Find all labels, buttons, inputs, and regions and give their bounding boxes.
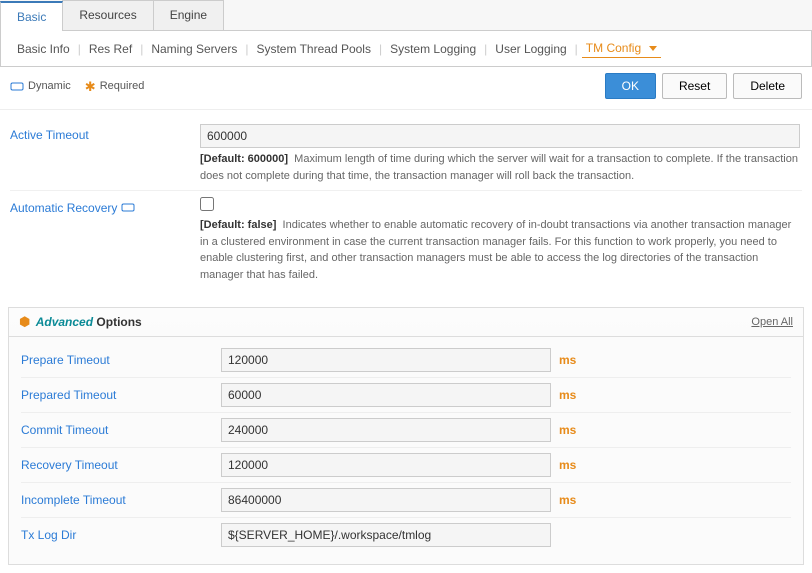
divider: | [379, 42, 382, 56]
subtab-tm-config[interactable]: TM Config [582, 39, 661, 58]
default-active-timeout: [Default: 600000] [200, 153, 288, 165]
legend-dynamic-label: Dynamic [28, 80, 71, 92]
tab-engine[interactable]: Engine [153, 0, 224, 30]
row-prepare-timeout: Prepare Timeout ms [21, 343, 791, 377]
divider: | [484, 42, 487, 56]
basic-fields: Active Timeout [Default: 600000] Maximum… [0, 110, 812, 299]
ok-button[interactable]: OK [605, 73, 656, 99]
legend: Dynamic ✱ Required [10, 80, 144, 93]
label-active-timeout: Active Timeout [10, 124, 200, 184]
row-recovery-timeout: Recovery Timeout ms [21, 447, 791, 482]
default-automatic-recovery: [Default: false] [200, 219, 276, 231]
row-incomplete-timeout: Incomplete Timeout ms [21, 482, 791, 517]
advanced-word2: Options [96, 315, 141, 329]
row-active-timeout: Active Timeout [Default: 600000] Maximum… [10, 114, 802, 190]
body-active-timeout: [Default: 600000] Maximum length of time… [200, 124, 802, 184]
input-prepare-timeout[interactable] [221, 348, 551, 372]
row-automatic-recovery: Automatic Recovery [Default: false] Indi… [10, 190, 802, 289]
legend-dynamic: Dynamic [10, 80, 71, 92]
advanced-title: ⬢ Advanced Options [19, 314, 142, 330]
input-incomplete-timeout[interactable] [221, 488, 551, 512]
desc-active-timeout: [Default: 600000] Maximum length of time… [200, 151, 800, 184]
shield-icon: ⬢ [19, 314, 30, 329]
reset-button[interactable]: Reset [662, 73, 727, 99]
refresh-icon [10, 80, 24, 92]
label-prepared-timeout: Prepared Timeout [21, 388, 221, 402]
label-prepare-timeout: Prepare Timeout [21, 353, 221, 367]
input-prepared-timeout[interactable] [221, 383, 551, 407]
label-recovery-timeout: Recovery Timeout [21, 458, 221, 472]
desc-text-active-timeout: Maximum length of time during which the … [200, 153, 798, 182]
chevron-down-icon [649, 46, 657, 51]
advanced-panel: ⬢ Advanced Options Open All Prepare Time… [8, 307, 804, 565]
subtab-tm-config-label: TM Config [586, 41, 641, 55]
subtab-user-logging[interactable]: User Logging [491, 40, 570, 58]
legend-required-label: Required [100, 80, 145, 92]
unit-commit-timeout: ms [559, 423, 576, 437]
input-tx-log-dir[interactable] [221, 523, 551, 547]
desc-automatic-recovery: [Default: false] Indicates whether to en… [200, 217, 800, 283]
unit-prepare-timeout: ms [559, 353, 576, 367]
input-active-timeout[interactable] [200, 124, 800, 148]
checkbox-automatic-recovery[interactable] [200, 197, 214, 211]
subtab-system-logging[interactable]: System Logging [386, 40, 480, 58]
body-automatic-recovery: [Default: false] Indicates whether to en… [200, 197, 802, 283]
label-commit-timeout: Commit Timeout [21, 423, 221, 437]
legend-action-row: Dynamic ✱ Required OK Reset Delete [0, 67, 812, 110]
divider: | [575, 42, 578, 56]
unit-incomplete-timeout: ms [559, 493, 576, 507]
divider: | [140, 42, 143, 56]
subtab-res-ref[interactable]: Res Ref [85, 40, 136, 58]
tab-resources[interactable]: Resources [62, 0, 153, 30]
legend-required: ✱ Required [85, 80, 145, 93]
action-buttons: OK Reset Delete [605, 73, 802, 99]
advanced-word1: Advanced [36, 315, 93, 329]
tab-basic[interactable]: Basic [0, 1, 63, 31]
desc-text-automatic-recovery: Indicates whether to enable automatic re… [200, 219, 791, 281]
delete-button[interactable]: Delete [733, 73, 802, 99]
main-tabs: Basic Resources Engine [0, 0, 812, 31]
label-automatic-recovery: Automatic Recovery [10, 197, 200, 283]
subtab-system-thread-pools[interactable]: System Thread Pools [252, 40, 375, 58]
unit-recovery-timeout: ms [559, 458, 576, 472]
advanced-body: Prepare Timeout ms Prepared Timeout ms C… [9, 337, 803, 564]
open-all-link[interactable]: Open All [751, 316, 793, 328]
asterisk-icon: ✱ [85, 80, 96, 93]
subtab-naming-servers[interactable]: Naming Servers [147, 40, 241, 58]
advanced-header: ⬢ Advanced Options Open All [9, 308, 803, 337]
subtab-basic-info[interactable]: Basic Info [13, 40, 74, 58]
input-recovery-timeout[interactable] [221, 453, 551, 477]
row-tx-log-dir: Tx Log Dir [21, 517, 791, 552]
divider: | [78, 42, 81, 56]
sub-tabs: Basic Info | Res Ref | Naming Servers | Sys… [0, 31, 812, 67]
row-commit-timeout: Commit Timeout ms [21, 412, 791, 447]
refresh-icon [121, 201, 135, 213]
unit-prepared-timeout: ms [559, 388, 576, 402]
label-text-automatic-recovery: Automatic Recovery [10, 201, 117, 215]
label-tx-log-dir: Tx Log Dir [21, 528, 221, 542]
divider: | [245, 42, 248, 56]
input-commit-timeout[interactable] [221, 418, 551, 442]
label-incomplete-timeout: Incomplete Timeout [21, 493, 221, 507]
row-prepared-timeout: Prepared Timeout ms [21, 377, 791, 412]
